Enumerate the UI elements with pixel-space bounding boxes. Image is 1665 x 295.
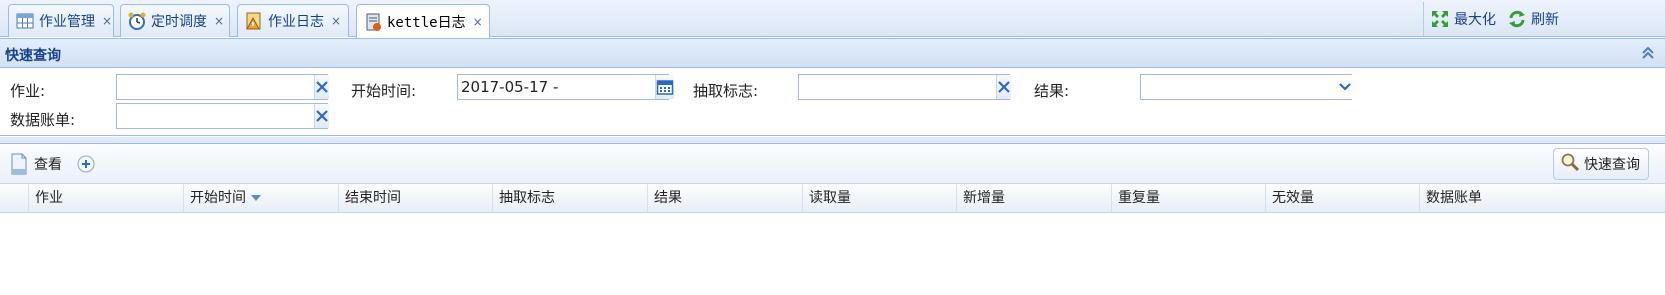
tab-label: 作业日志 bbox=[268, 14, 324, 30]
chevron-down-icon[interactable] bbox=[1338, 75, 1352, 99]
tab-job-management[interactable]: 作业管理 × bbox=[8, 4, 114, 37]
add-icon[interactable] bbox=[76, 154, 96, 174]
clear-icon[interactable] bbox=[996, 75, 1011, 99]
data-bill-label: 数据账单: bbox=[10, 111, 76, 129]
data-bill-field[interactable] bbox=[116, 103, 329, 129]
column-new-count[interactable]: 新增量 bbox=[956, 184, 1111, 213]
column-extract-flag[interactable]: 抽取标志 bbox=[492, 184, 647, 213]
tab-label: 定时调度 bbox=[151, 14, 207, 30]
tab-bar: 作业管理 × 定时调度 × 作业日志 × kettle日志 × 最大化 刷新 bbox=[0, 0, 1665, 38]
result-select[interactable] bbox=[1140, 74, 1352, 100]
column-start-time[interactable]: 开始时间 bbox=[183, 184, 338, 213]
grid-header: 作业 开始时间 结束时间 抽取标志 结果 读取量 新增量 重复量 无效量 数据账… bbox=[0, 184, 1665, 213]
tab-label: 作业管理 bbox=[39, 14, 95, 30]
clear-icon[interactable] bbox=[314, 75, 329, 99]
tab-kettle-log[interactable]: kettle日志 × bbox=[356, 4, 490, 38]
close-icon[interactable]: × bbox=[102, 14, 112, 28]
toolbar-divider bbox=[1423, 2, 1424, 36]
close-icon[interactable]: × bbox=[214, 14, 224, 28]
calendar-icon[interactable] bbox=[655, 75, 674, 99]
refresh-icon bbox=[1507, 9, 1527, 29]
collapse-icon[interactable] bbox=[1639, 44, 1657, 62]
data-bill-input[interactable] bbox=[117, 104, 314, 128]
job-label: 作业: bbox=[10, 82, 46, 100]
column-label: 结果 bbox=[654, 190, 682, 206]
refresh-label: 刷新 bbox=[1531, 12, 1559, 28]
log-icon bbox=[244, 11, 264, 31]
quick-search-button[interactable]: 快速查询 bbox=[1553, 148, 1649, 180]
column-read-count[interactable]: 读取量 bbox=[802, 184, 956, 213]
quick-search-button-label: 快速查询 bbox=[1584, 157, 1640, 173]
column-end-time[interactable]: 结束时间 bbox=[338, 184, 492, 213]
start-time-input[interactable] bbox=[458, 75, 655, 99]
notebook-icon bbox=[363, 12, 383, 32]
result-label: 结果: bbox=[1034, 82, 1070, 100]
column-invalid-count[interactable]: 无效量 bbox=[1265, 184, 1419, 213]
tab-job-log[interactable]: 作业日志 × bbox=[237, 4, 349, 37]
panel-gap bbox=[0, 137, 1665, 144]
column-label: 数据账单 bbox=[1426, 190, 1482, 206]
result-input[interactable] bbox=[1141, 75, 1338, 99]
column-data-bill[interactable]: 数据账单 bbox=[1419, 184, 1665, 213]
sort-desc-icon bbox=[251, 195, 261, 201]
document-icon bbox=[10, 153, 28, 175]
quick-search-title: 快速查询 bbox=[5, 48, 61, 64]
column-label: 开始时间 bbox=[190, 190, 246, 206]
search-icon bbox=[1560, 152, 1580, 176]
close-icon[interactable]: × bbox=[331, 14, 341, 28]
job-input[interactable] bbox=[117, 75, 314, 99]
column-job[interactable]: 作业 bbox=[28, 184, 183, 213]
close-icon[interactable]: × bbox=[473, 15, 483, 29]
column-duplicate-count[interactable]: 重复量 bbox=[1111, 184, 1265, 213]
view-button[interactable]: 查看 bbox=[10, 153, 62, 175]
maximize-icon bbox=[1430, 9, 1450, 29]
extract-flag-label: 抽取标志: bbox=[693, 82, 759, 100]
start-time-field[interactable] bbox=[457, 74, 674, 100]
grid-body bbox=[0, 213, 1665, 295]
column-label: 重复量 bbox=[1118, 190, 1160, 206]
view-label: 查看 bbox=[34, 157, 62, 173]
column-label: 无效量 bbox=[1272, 190, 1314, 206]
tab-label: kettle日志 bbox=[387, 14, 466, 31]
tab-scheduling[interactable]: 定时调度 × bbox=[120, 4, 230, 37]
quick-search-header: 快速查询 bbox=[0, 38, 1665, 68]
column-label: 作业 bbox=[35, 190, 63, 206]
column-label: 结束时间 bbox=[345, 190, 401, 206]
extract-flag-input[interactable] bbox=[799, 75, 996, 99]
maximize-label: 最大化 bbox=[1454, 12, 1496, 28]
column-result[interactable]: 结果 bbox=[647, 184, 802, 213]
extract-flag-field[interactable] bbox=[798, 74, 1011, 100]
refresh-button[interactable]: 刷新 bbox=[1507, 9, 1559, 29]
column-label: 新增量 bbox=[963, 190, 1005, 206]
start-time-label: 开始时间: bbox=[351, 82, 417, 100]
column-label: 抽取标志 bbox=[499, 190, 555, 206]
grid-toolbar: 查看 快速查询 bbox=[0, 144, 1665, 184]
alarm-clock-icon bbox=[127, 11, 147, 31]
table-icon bbox=[15, 11, 35, 31]
clear-icon[interactable] bbox=[314, 104, 329, 128]
quick-search-form: 作业: 开始时间: 抽取标志: 结果: 数据账单: bbox=[0, 68, 1665, 136]
job-field[interactable] bbox=[116, 74, 329, 100]
maximize-button[interactable]: 最大化 bbox=[1430, 9, 1496, 29]
column-label: 读取量 bbox=[809, 190, 851, 206]
